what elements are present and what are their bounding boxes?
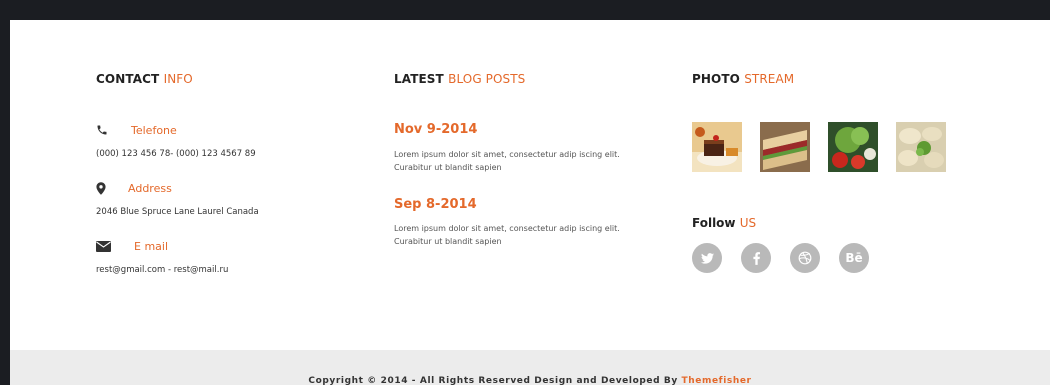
dribbble-icon[interactable] — [790, 243, 820, 273]
contact-title: CONTACT INFO — [96, 72, 193, 86]
phone-value: (000) 123 456 78- (000) 123 4567 89 — [96, 149, 256, 159]
twitter-icon[interactable] — [692, 243, 722, 273]
blog-title: LATEST BLOG POSTS — [394, 72, 526, 86]
behance-icon[interactable]: Bē — [839, 243, 869, 273]
dessert-photo[interactable] — [692, 122, 742, 172]
post-excerpt: Lorem ipsum dolor sit amet, consectetur … — [394, 150, 620, 172]
phone-label: Telefone — [131, 123, 177, 137]
brand-link[interactable]: Themefisher — [682, 376, 752, 385]
dumplings-photo[interactable] — [896, 122, 946, 172]
copyright-text: Copyright © 2014 - All Rights Reserved D… — [308, 376, 752, 385]
follow-title: Follow US — [692, 216, 757, 230]
vegetables-photo[interactable] — [828, 122, 878, 172]
post-date[interactable]: Nov 9-2014 — [394, 122, 477, 137]
footer-section: CONTACT INFO Telefone (000) 123 456 78- … — [10, 20, 1050, 385]
post-excerpt: Lorem ipsum dolor sit amet, consectetur … — [394, 224, 620, 246]
email-row: E mail — [96, 239, 168, 253]
phone-row: Telefone — [96, 123, 177, 137]
address-row: Address — [96, 181, 172, 195]
email-value[interactable]: rest@gmail.com - rest@mail.ru — [96, 265, 228, 275]
sandwich-photo[interactable] — [760, 122, 810, 172]
photo-stream-title: PHOTO STREAM — [692, 72, 795, 86]
map-marker-icon — [96, 181, 118, 195]
envelope-icon — [96, 239, 118, 253]
address-value: 2046 Blue Spruce Lane Laurel Canada — [96, 207, 259, 217]
email-label: E mail — [134, 239, 169, 253]
phone-icon — [96, 123, 118, 137]
facebook-icon[interactable] — [741, 243, 771, 273]
address-label: Address — [128, 181, 172, 195]
post-date[interactable]: Sep 8-2014 — [394, 197, 477, 212]
copyright-bar: Copyright © 2014 - All Rights Reserved D… — [10, 350, 1050, 385]
